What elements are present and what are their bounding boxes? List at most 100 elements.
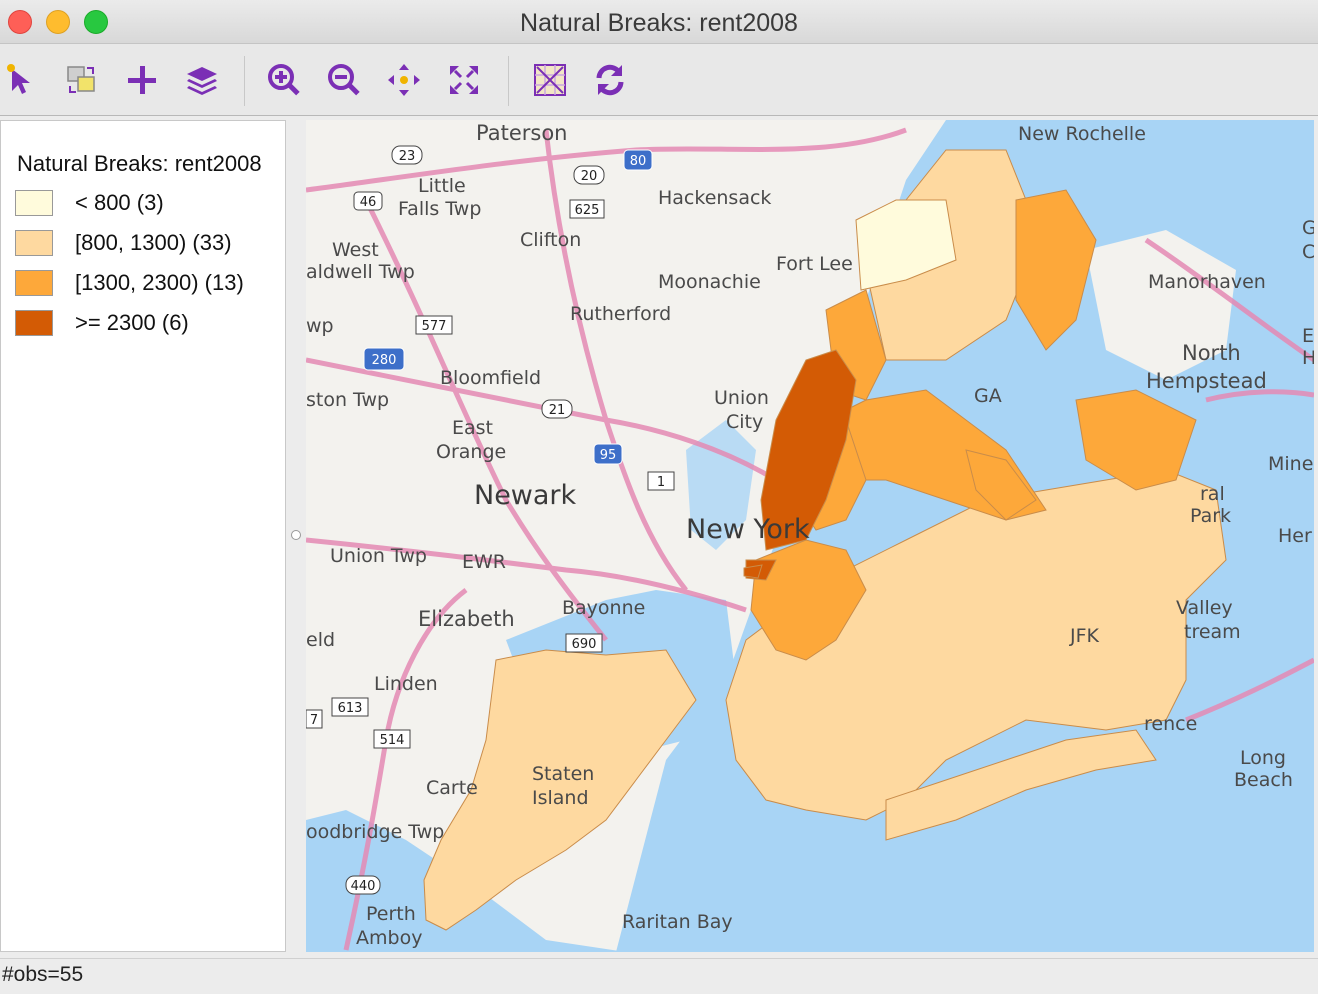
legend-swatch — [15, 190, 53, 216]
route-shield: 23 — [391, 145, 423, 165]
map-label: New York — [686, 514, 810, 545]
map-label: Perth — [366, 903, 416, 925]
map-label: eld — [306, 629, 335, 651]
zoom-in-icon — [268, 64, 300, 96]
map-label: rence — [1144, 713, 1197, 735]
legend-item-label: < 800 (3) — [75, 190, 164, 215]
map-label: North — [1182, 341, 1241, 365]
map-label: Bloomfield — [440, 367, 541, 389]
map-label: Manorhaven — [1148, 271, 1266, 293]
add-button[interactable] — [122, 60, 162, 100]
zoom-out-icon — [328, 64, 360, 96]
route-shield: 46 — [353, 191, 383, 211]
map-label: Rutherford — [570, 303, 671, 325]
route-shield: 1 — [647, 471, 675, 491]
route-shield: 20 — [573, 165, 605, 185]
basemap-icon — [534, 64, 566, 96]
zoom-in-button[interactable] — [264, 60, 304, 100]
map-label: Union Twp — [330, 545, 427, 567]
legend-item-category-4[interactable]: >= 2300 (6) — [15, 309, 189, 337]
map-label: H — [1302, 347, 1314, 369]
refresh-icon — [596, 64, 624, 96]
route-shield: 514 — [373, 729, 411, 749]
map-label: oodbridge Twp — [306, 821, 444, 843]
route-shield: 21 — [541, 399, 573, 419]
refresh-button[interactable] — [590, 60, 630, 100]
full-extent-icon — [450, 66, 478, 94]
map-label: Valley — [1176, 597, 1233, 619]
svg-text:46: 46 — [360, 195, 377, 210]
window-title: Natural Breaks: rent2008 — [520, 9, 798, 37]
select-tool-icon — [7, 64, 30, 94]
map-label: tream — [1184, 621, 1241, 643]
full-extent-button[interactable] — [444, 60, 484, 100]
map-label: East — [452, 417, 493, 439]
route-shield: 280 — [363, 347, 405, 371]
map-label: G — [1302, 217, 1314, 239]
legend-item-category-3[interactable]: [1300, 2300) (13) — [15, 269, 244, 297]
map-label: Island — [532, 787, 589, 809]
choropleth-map[interactable]: Paterson New Rochelle Little Falls Twp H… — [306, 120, 1314, 952]
map-label: JFK — [1069, 625, 1100, 647]
map-label: ral — [1200, 483, 1225, 505]
svg-text:440: 440 — [351, 879, 376, 894]
map-label: Moonachie — [658, 271, 761, 293]
svg-text:613: 613 — [338, 701, 363, 716]
svg-text:690: 690 — [572, 637, 597, 652]
legend-item-category-1[interactable]: < 800 (3) — [15, 189, 164, 217]
map-label: Paterson — [476, 121, 567, 145]
svg-text:95: 95 — [600, 448, 617, 463]
basemap-button[interactable] — [530, 60, 570, 100]
add-icon — [128, 66, 156, 94]
map-label: City — [726, 411, 763, 433]
layers-button[interactable] — [182, 60, 222, 100]
pan-button[interactable] — [384, 60, 424, 100]
route-shield: 577 — [415, 315, 453, 335]
svg-text:23: 23 — [399, 149, 416, 164]
map-label: Staten — [532, 763, 594, 785]
route-shield: 7 — [306, 709, 323, 729]
map-label: GA — [974, 385, 1002, 407]
map-label: Raritan Bay — [622, 911, 733, 933]
zoom-out-button[interactable] — [324, 60, 364, 100]
route-shield: 613 — [331, 697, 369, 717]
map-label: Union — [714, 387, 769, 409]
map-label: Park — [1190, 505, 1231, 527]
legend-swatch — [15, 310, 53, 336]
route-shield: 95 — [593, 443, 623, 465]
map-label: Hempstead — [1146, 369, 1267, 393]
observation-count: #obs=55 — [2, 963, 84, 986]
layers-icon — [187, 67, 217, 95]
map-label: Fort Lee — [776, 253, 853, 275]
svg-text:1: 1 — [657, 475, 665, 490]
splitter-handle[interactable] — [291, 530, 301, 540]
svg-text:80: 80 — [630, 154, 647, 169]
route-shield: 80 — [623, 149, 653, 171]
legend-item-label: [800, 1300) (33) — [75, 230, 232, 255]
map-label: Newark — [474, 480, 577, 511]
title-bar: Natural Breaks: rent2008 — [0, 0, 1318, 44]
toolbar-separator — [244, 56, 245, 106]
map-label: Orange — [436, 441, 506, 463]
route-shield: 440 — [345, 875, 381, 895]
legend-swatch — [15, 270, 53, 296]
map-label: aldwell Twp — [306, 261, 415, 283]
map-label: West — [332, 239, 379, 261]
pan-icon — [388, 64, 420, 96]
map-label: Clifton — [520, 229, 581, 251]
selection-mode-icon — [67, 66, 95, 93]
map-label: Little — [418, 175, 466, 197]
map-label: Amboy — [356, 927, 422, 949]
map-canvas[interactable]: Paterson New Rochelle Little Falls Twp H… — [306, 120, 1314, 952]
legend-item-category-2[interactable]: [800, 1300) (33) — [15, 229, 232, 257]
legend-title: Natural Breaks: rent2008 — [17, 151, 262, 176]
map-label: C — [1302, 241, 1314, 263]
svg-text:514: 514 — [380, 733, 405, 748]
legend-item-label: [1300, 2300) (13) — [75, 270, 244, 295]
map-label: ston Twp — [306, 389, 389, 411]
select-tool-button[interactable] — [2, 60, 42, 100]
svg-text:21: 21 — [549, 403, 566, 418]
selection-mode-button[interactable] — [62, 60, 102, 100]
legend-item-label: >= 2300 (6) — [75, 310, 189, 335]
map-label: Hackensack — [658, 187, 771, 209]
